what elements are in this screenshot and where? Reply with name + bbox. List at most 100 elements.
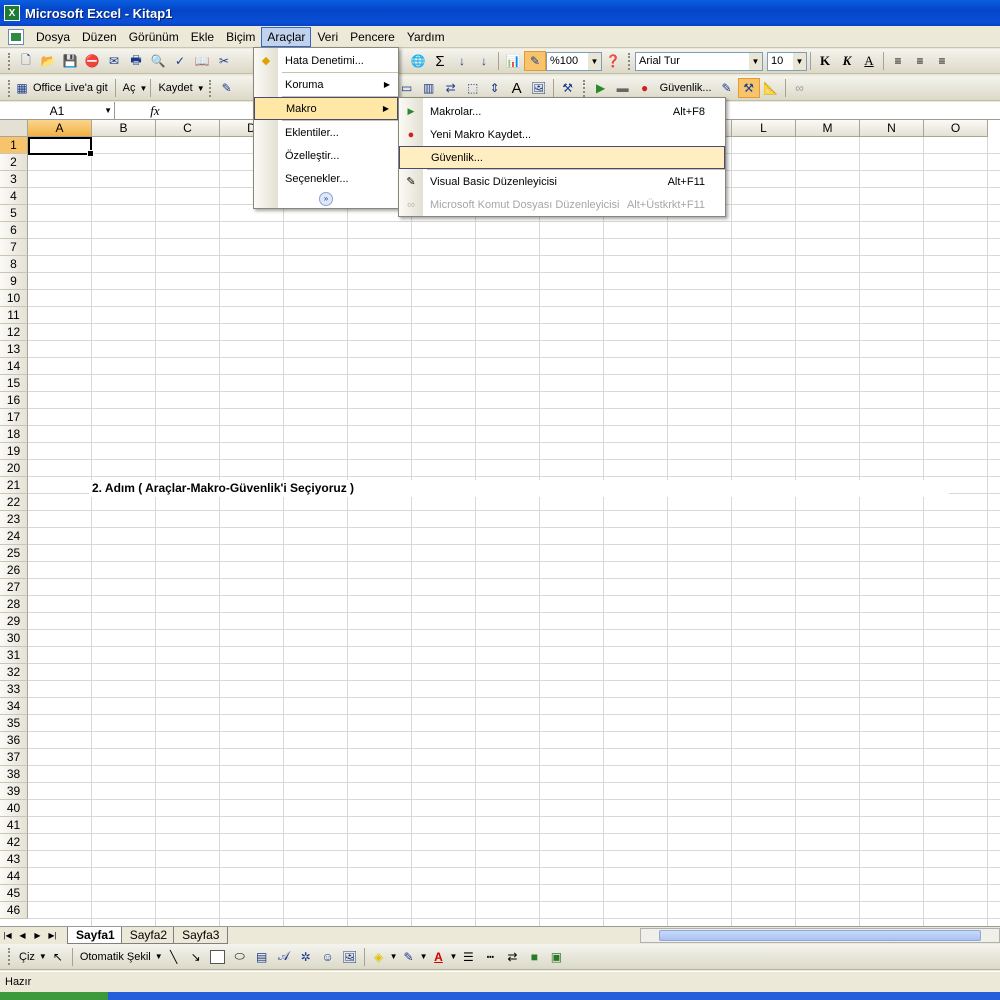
office-live-button[interactable]: Office Live'a git <box>29 82 112 94</box>
print-icon[interactable]: 🖶 <box>125 51 147 71</box>
font-size-combo[interactable]: 10 ▼ <box>767 51 807 71</box>
edit-icon[interactable]: ✎ <box>216 78 238 98</box>
research-icon[interactable]: 📖 <box>191 51 213 71</box>
row-header-6[interactable]: 6 <box>0 222 28 239</box>
name-box[interactable]: A1 ▼ <box>0 101 115 120</box>
column-header-o[interactable]: O <box>924 120 988 137</box>
row-header-40[interactable]: 40 <box>0 800 28 817</box>
menu-item-eklentiler[interactable]: Eklentiler... <box>254 121 398 144</box>
row-header-17[interactable]: 17 <box>0 409 28 426</box>
tab-sayfa2[interactable]: Sayfa2 <box>120 926 177 944</box>
run-macro-icon[interactable]: ▶ <box>590 78 612 98</box>
row-header-1[interactable]: 1 <box>0 137 28 154</box>
chevron-down-icon[interactable]: ▼ <box>450 952 458 961</box>
row-header-27[interactable]: 27 <box>0 579 28 596</box>
picture-icon[interactable]: 🖼 <box>339 947 361 967</box>
rectangle-icon[interactable] <box>207 947 229 967</box>
font-color-icon[interactable]: A <box>428 947 450 967</box>
menu-ekle[interactable]: Ekle <box>185 27 220 47</box>
row-header-33[interactable]: 33 <box>0 681 28 698</box>
control-toolbox-icon[interactable]: ⚒ <box>737 78 760 98</box>
zoom-combo[interactable]: %100 ▼ <box>546 51 602 71</box>
menu-item-visual-basic[interactable]: ✎ Visual Basic Düzenleyicisi Alt+F11 <box>399 170 725 193</box>
drawing-icon[interactable]: ✎ <box>524 51 546 71</box>
italic-button[interactable]: K <box>836 51 858 71</box>
row-header-46[interactable]: 46 <box>0 902 28 919</box>
row-header-11[interactable]: 11 <box>0 307 28 324</box>
menu-item-ozellestir[interactable]: Özelleştir... <box>254 144 398 167</box>
arrow-style-icon[interactable]: ⇄ <box>501 947 523 967</box>
diagram-icon[interactable]: ✲ <box>295 947 317 967</box>
sort-desc-icon[interactable]: ↓ <box>473 51 495 71</box>
email-icon[interactable]: ✉ <box>103 51 125 71</box>
row-header-22[interactable]: 22 <box>0 494 28 511</box>
row-header-41[interactable]: 41 <box>0 817 28 834</box>
align-left-icon[interactable]: ≡ <box>887 51 909 71</box>
row-header-44[interactable]: 44 <box>0 868 28 885</box>
chevron-down-icon[interactable]: ▼ <box>140 84 148 93</box>
security-button[interactable]: Güvenlik... <box>656 82 716 94</box>
table-icon[interactable]: ▥ <box>418 78 440 98</box>
underline-button[interactable]: A <box>858 51 880 71</box>
chevron-down-icon[interactable]: ▼ <box>390 952 398 961</box>
row-header-28[interactable]: 28 <box>0 596 28 613</box>
menu-dosya[interactable]: Dosya <box>30 27 76 47</box>
excel-app-icon[interactable]: X <box>4 5 20 21</box>
oval-icon[interactable]: ⬭ <box>229 947 251 967</box>
layers-icon[interactable]: ⬚ <box>462 78 484 98</box>
row-header-10[interactable]: 10 <box>0 290 28 307</box>
row-header-23[interactable]: 23 <box>0 511 28 528</box>
spelling-icon[interactable]: ✓ <box>169 51 191 71</box>
row-header-37[interactable]: 37 <box>0 749 28 766</box>
dash-style-icon[interactable]: ┅ <box>479 947 501 967</box>
sort-asc-icon[interactable]: ↓ <box>451 51 473 71</box>
row-header-31[interactable]: 31 <box>0 647 28 664</box>
hyperlink-icon[interactable]: 🌐 <box>407 51 429 71</box>
cut-icon[interactable]: ✂ <box>213 51 235 71</box>
line-color-icon[interactable]: ✎ <box>398 947 420 967</box>
office-live-icon[interactable]: ▦ <box>15 78 29 98</box>
new-icon[interactable]: 🗋 <box>15 51 37 71</box>
menu-item-koruma[interactable]: Koruma ▶ <box>254 73 398 96</box>
row-header-4[interactable]: 4 <box>0 188 28 205</box>
menu-gorunum[interactable]: Görünüm <box>123 27 185 47</box>
row-header-45[interactable]: 45 <box>0 885 28 902</box>
column-header-n[interactable]: N <box>860 120 924 137</box>
expand-chevrons-icon[interactable]: » <box>319 191 333 206</box>
worksheet-grid[interactable]: 2. Adım ( Araçlar-Makro-Güvenlik'i Seçiy… <box>0 120 1000 926</box>
chart-wizard-icon[interactable]: 📊 <box>502 51 524 71</box>
align-right-icon[interactable]: ≡ <box>931 51 953 71</box>
row-header-16[interactable]: 16 <box>0 392 28 409</box>
help-icon[interactable]: ❓ <box>602 51 624 71</box>
chevron-down-icon[interactable]: ▼ <box>197 84 205 93</box>
menu-item-hata-denetimi[interactable]: ◆ Hata Denetimi... <box>254 49 398 72</box>
row-header-26[interactable]: 26 <box>0 562 28 579</box>
shadow-icon[interactable]: ■ <box>523 947 545 967</box>
arrow-icon[interactable]: ↘ <box>185 947 207 967</box>
menu-yardim[interactable]: Yardım <box>401 27 451 47</box>
last-sheet-icon[interactable]: ▶| <box>45 931 60 940</box>
row-header-21[interactable]: 21 <box>0 477 28 494</box>
align-center-icon[interactable]: ≡ <box>909 51 931 71</box>
clipart-icon[interactable]: ☺ <box>317 947 339 967</box>
draw-menu-button[interactable]: Çiz <box>15 951 39 963</box>
print-preview-icon[interactable]: 🔍 <box>147 51 169 71</box>
menu-item-makrolar[interactable]: ▶ Makrolar... Alt+F8 <box>399 100 725 123</box>
row-header-5[interactable]: 5 <box>0 205 28 222</box>
menu-araclar[interactable]: Araçlar <box>261 26 312 47</box>
menu-veri[interactable]: Veri <box>311 27 344 47</box>
toolbar-grip[interactable] <box>8 52 11 70</box>
wordart-icon[interactable]: 𝒜 <box>273 947 295 967</box>
stop-icon[interactable]: ▬ <box>612 78 634 98</box>
select-objects-icon[interactable]: ↖ <box>47 947 69 967</box>
row-header-34[interactable]: 34 <box>0 698 28 715</box>
chevron-down-icon[interactable]: ▼ <box>104 106 112 115</box>
column-header-a[interactable]: A <box>28 120 92 137</box>
image-icon[interactable]: 🖼 <box>528 78 550 98</box>
row-header-35[interactable]: 35 <box>0 715 28 732</box>
vb-editor-icon[interactable]: ✎ <box>716 78 738 98</box>
menu-item-secenekler[interactable]: Seçenekler... <box>254 167 398 190</box>
row-header-43[interactable]: 43 <box>0 851 28 868</box>
menu-item-guvenlik[interactable]: Güvenlik... <box>399 146 725 169</box>
text-icon[interactable]: A <box>506 78 528 98</box>
